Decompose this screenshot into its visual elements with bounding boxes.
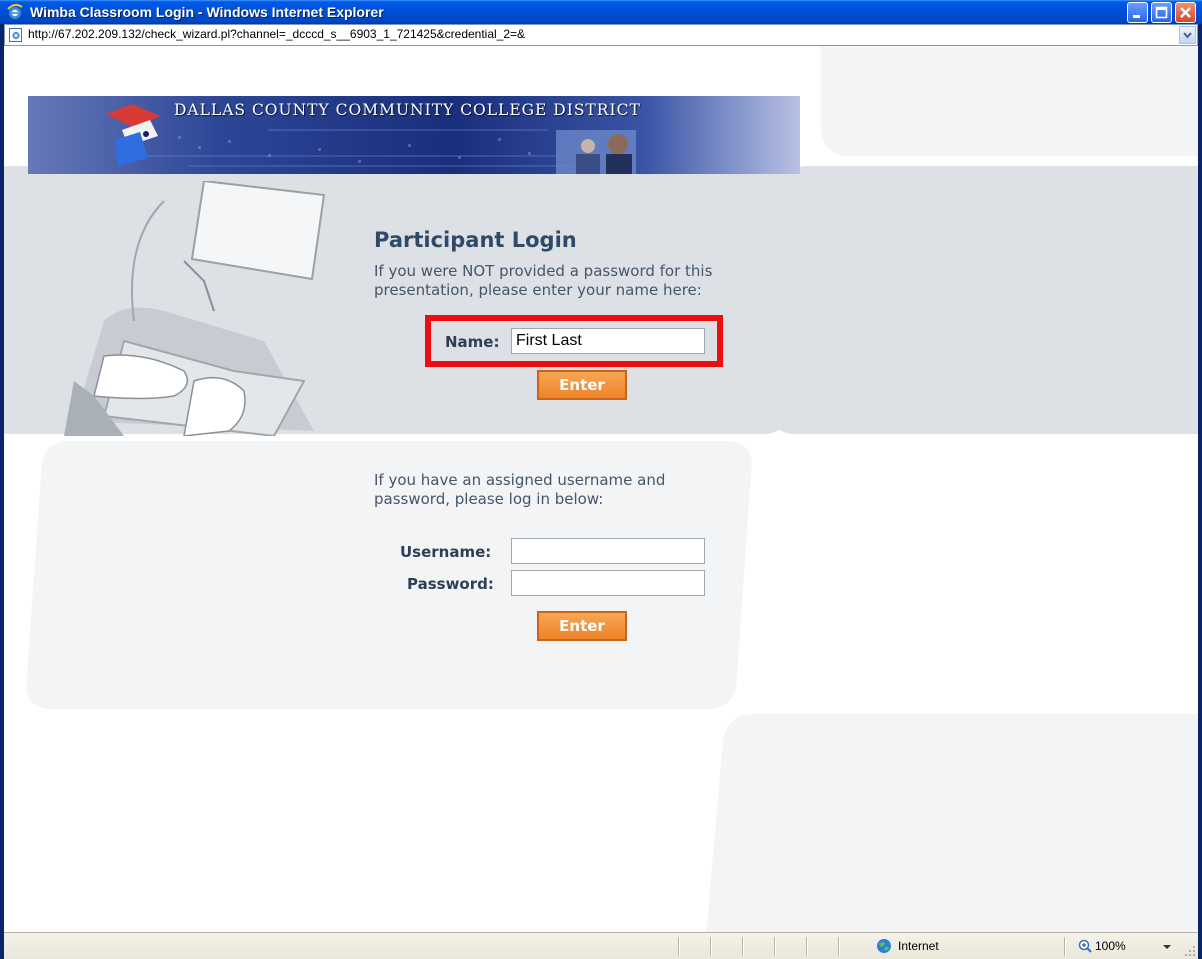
close-icon [1180, 7, 1191, 18]
username-label: Username: [400, 543, 492, 561]
participant-instruction-line: If you were NOT provided a password for … [374, 262, 713, 280]
maximize-button[interactable] [1151, 2, 1172, 23]
title-bar[interactable]: Wimba Classroom Login - Windows Internet… [0, 0, 1202, 24]
zoom-icon[interactable] [1078, 939, 1092, 953]
status-divider [710, 937, 712, 956]
participant-instructions: If you were NOT provided a password for … [374, 262, 712, 300]
page-content: DALLAS COUNTY COMMUNITY COLLEGE DISTRICT… [4, 46, 1198, 932]
close-button[interactable] [1175, 2, 1196, 23]
participant-login-heading: Participant Login [374, 228, 577, 252]
college-logo [106, 104, 160, 166]
zoom-level[interactable]: 100% [1095, 939, 1126, 953]
status-bar: Internet 100% [4, 932, 1198, 959]
status-divider [1064, 937, 1066, 956]
dcccd-banner: DALLAS COUNTY COMMUNITY COLLEGE DISTRICT [28, 96, 800, 174]
assigned-instruction-line: password, please log in below: [374, 490, 604, 508]
background-panel [702, 714, 1198, 932]
participant-enter-button[interactable]: Enter [537, 370, 627, 400]
computer-user-illustration [64, 181, 326, 436]
username-input[interactable] [511, 538, 705, 564]
participant-instruction-line: presentation, please enter your name her… [374, 281, 702, 299]
minimize-button[interactable] [1127, 2, 1148, 23]
browser-window: Wimba Classroom Login - Windows Internet… [0, 0, 1202, 959]
status-divider [774, 937, 776, 956]
password-label: Password: [407, 575, 494, 593]
password-input[interactable] [511, 570, 705, 596]
window-title: Wimba Classroom Login - Windows Internet… [30, 4, 384, 20]
security-zone: Internet [898, 939, 939, 953]
assigned-login-instructions: If you have an assigned username and pas… [374, 471, 665, 509]
chevron-down-icon[interactable] [1162, 943, 1172, 951]
status-divider [678, 937, 680, 956]
maximize-icon [1155, 6, 1168, 19]
address-url[interactable]: http://67.202.209.132/check_wizard.pl?ch… [28, 27, 525, 41]
page-icon [9, 28, 22, 42]
status-divider [806, 937, 808, 956]
background-panel [768, 166, 1198, 434]
status-divider [742, 937, 744, 956]
name-input[interactable] [511, 328, 705, 354]
name-label: Name: [445, 333, 500, 351]
resize-grip-icon[interactable] [1184, 945, 1196, 957]
address-bar[interactable]: http://67.202.209.132/check_wizard.pl?ch… [4, 24, 1198, 46]
background-panel [821, 46, 1198, 156]
chevron-down-icon [1183, 32, 1192, 39]
assigned-enter-button[interactable]: Enter [537, 611, 627, 641]
assigned-instruction-line: If you have an assigned username and [374, 471, 666, 489]
banner-title: DALLAS COUNTY COMMUNITY COLLEGE DISTRICT [174, 101, 641, 119]
status-divider [838, 937, 840, 956]
globe-icon [877, 939, 891, 953]
minimize-icon [1133, 15, 1140, 18]
address-dropdown-button[interactable] [1179, 26, 1196, 44]
internet-explorer-icon [7, 3, 23, 19]
